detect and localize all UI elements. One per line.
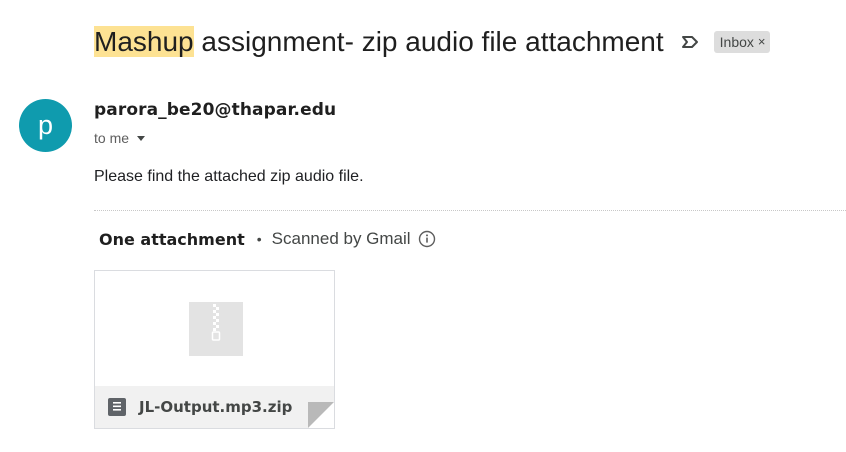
- inbox-label-chip[interactable]: Inbox ×: [713, 31, 770, 53]
- subject-text: assignment- zip audio file attachment: [193, 26, 664, 57]
- avatar[interactable]: p: [19, 99, 72, 152]
- attachments-header: One attachment • Scanned by Gmail: [99, 229, 436, 249]
- message-body: Please find the attached zip audio file.: [94, 168, 364, 185]
- email-subject: Mashup assignment- zip audio file attach…: [94, 22, 664, 62]
- recipient-label: to me: [94, 130, 130, 146]
- inbox-label-text: Inbox: [719, 34, 754, 50]
- importance-icon[interactable]: [680, 32, 700, 52]
- avatar-letter: p: [37, 110, 54, 140]
- subject-row: Mashup assignment- zip audio file attach…: [94, 22, 770, 62]
- attachment-count: One attachment: [99, 229, 245, 249]
- attachment-file-name[interactable]: JL-Output.mp3.zip: [139, 398, 292, 416]
- remove-label-button[interactable]: ×: [758, 33, 766, 51]
- attachment-card[interactable]: JL-Output.mp3.zip: [94, 270, 335, 429]
- sender-email[interactable]: parora_be20@thapar.edu: [94, 100, 336, 120]
- info-icon[interactable]: [418, 230, 436, 248]
- attachments-divider: [94, 210, 846, 211]
- subject-highlight: Mashup: [94, 26, 194, 57]
- attachment-footer: JL-Output.mp3.zip: [95, 386, 334, 428]
- zip-file-icon: [107, 397, 127, 417]
- separator-dot: •: [256, 231, 262, 247]
- chevron-down-icon[interactable]: [137, 135, 146, 141]
- page-fold: [308, 402, 334, 428]
- zip-thumbnail-icon: [189, 302, 243, 356]
- recipient-details[interactable]: to me: [94, 130, 146, 146]
- scanned-label: Scanned by Gmail: [271, 229, 411, 248]
